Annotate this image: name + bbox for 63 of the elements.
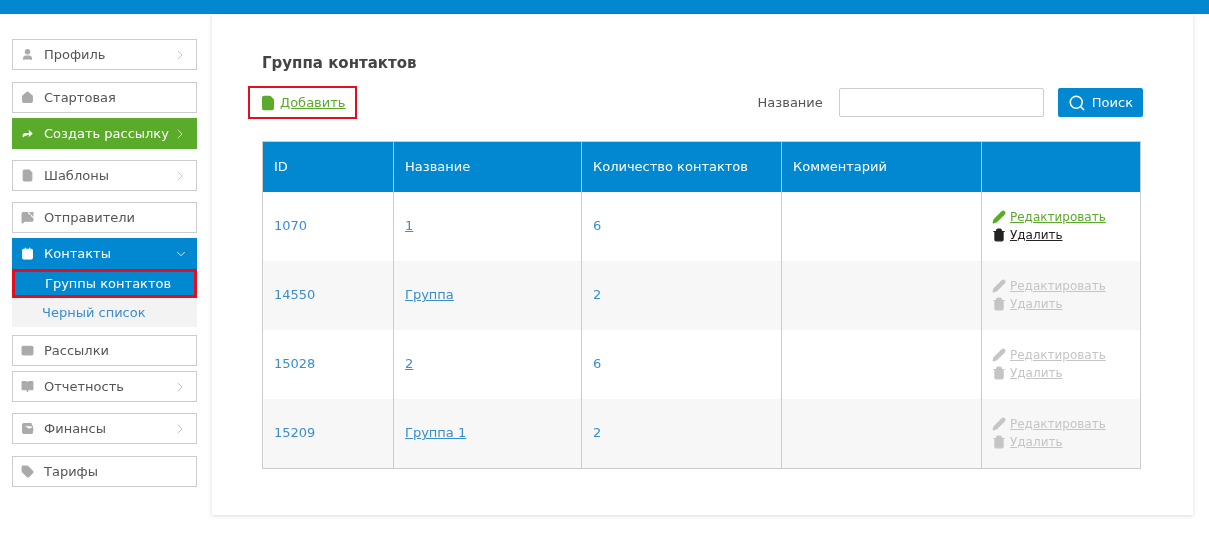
search-icon — [1067, 93, 1086, 112]
sidebar-label: Отчетность — [44, 377, 125, 396]
sidebar-label: Отправители — [44, 208, 136, 227]
document-icon — [21, 169, 34, 182]
pencil-icon — [992, 348, 1006, 362]
delete-link[interactable]: Удалить — [992, 226, 1130, 244]
tag-icon — [21, 465, 34, 478]
table-cell: 1070 — [263, 191, 394, 261]
document-icon — [260, 94, 276, 111]
share-arrow-icon — [21, 127, 34, 140]
column-header: Название — [394, 141, 582, 192]
sidebar-label: Профиль — [44, 45, 107, 64]
sidebar-label: Рассылки — [44, 341, 110, 360]
sidebar-label: Контакты — [44, 244, 112, 263]
edit-link[interactable]: Редактировать — [992, 208, 1130, 226]
group-name-link[interactable]: 2 — [405, 354, 414, 374]
sidebar-item[interactable]: Тарифы — [12, 456, 197, 487]
sidebar-item[interactable]: Шаблоны — [12, 160, 197, 191]
pencil-icon — [992, 417, 1006, 431]
sidebar-item[interactable]: Контакты — [12, 238, 197, 269]
sidebar-item[interactable]: Рассылки — [12, 335, 197, 366]
search-field[interactable] — [838, 88, 1044, 117]
column-header: Количество контактов — [582, 141, 782, 192]
sidebar-item[interactable]: Создать рассылку — [12, 118, 197, 149]
table-cell: 6 — [582, 191, 782, 261]
page-title: Группа контактов — [262, 53, 418, 74]
user-icon — [21, 48, 34, 61]
trash-icon — [992, 435, 1006, 449]
wallet-icon — [21, 422, 34, 435]
group-name-link[interactable]: Группа 1 — [405, 423, 467, 443]
group-name-link[interactable]: 1 — [405, 216, 414, 236]
sidebar-item[interactable]: Стартовая — [12, 82, 197, 113]
table-cell: 2 — [582, 398, 782, 468]
submenu-item[interactable]: Черный список — [12, 298, 197, 327]
sidebar-label: Шаблоны — [44, 166, 110, 185]
submenu-item[interactable]: Группы контактов — [12, 269, 197, 298]
sidebar-item[interactable]: Профиль — [12, 39, 197, 70]
column-header: Комментарий — [782, 141, 982, 192]
trash-icon — [992, 366, 1006, 380]
sidebar-label: Финансы — [44, 419, 108, 438]
table-cell: 2 — [582, 260, 782, 330]
search-label: Название — [757, 93, 823, 112]
table-cell: 15209 — [263, 398, 394, 468]
group-name-link[interactable]: Группа — [405, 285, 454, 305]
table-cell: 6 — [582, 329, 782, 399]
sidebar-item[interactable]: Отправители — [12, 202, 197, 233]
add-link[interactable]: Добавить — [248, 86, 358, 119]
book-icon — [21, 380, 34, 393]
search-button[interactable]: Поиск — [1057, 88, 1143, 117]
column-header: ID — [263, 141, 394, 192]
sidebar-label: Стартовая — [44, 88, 117, 107]
home-icon — [21, 91, 34, 104]
pencil-icon — [992, 210, 1006, 224]
message-icon — [21, 211, 34, 224]
sidebar-label: Тарифы — [44, 462, 99, 481]
trash-icon — [992, 297, 1006, 311]
sidebar-item[interactable]: Отчетность — [12, 371, 197, 402]
table-cell: 15028 — [263, 329, 394, 399]
trash-icon — [992, 228, 1006, 242]
table-cell: 14550 — [263, 260, 394, 330]
sidebar-item[interactable]: Финансы — [12, 413, 197, 444]
sidebar-label: Создать рассылку — [44, 124, 170, 143]
pencil-icon — [992, 279, 1006, 293]
